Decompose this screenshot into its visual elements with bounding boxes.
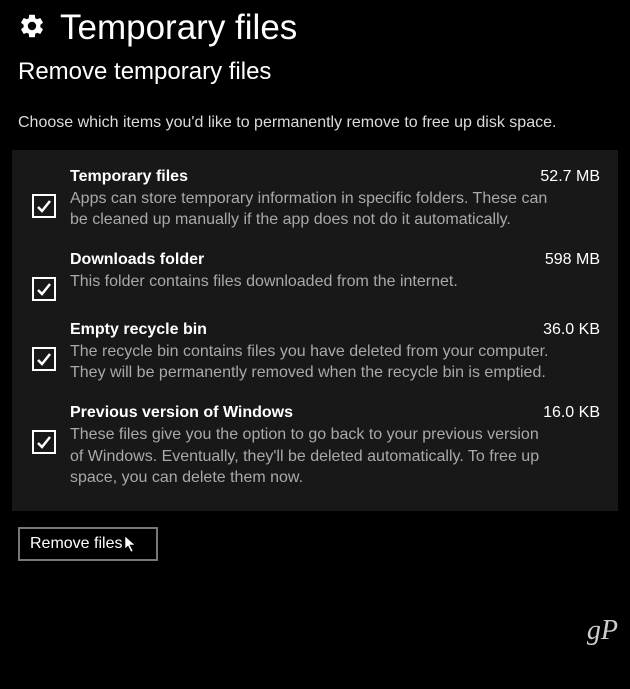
checkbox-previous-windows[interactable] [32,430,56,454]
item-title: Empty recycle bin [70,321,207,339]
page-title: Temporary files [60,8,297,48]
item-description: These files give you the option to go ba… [70,422,550,489]
list-item: Downloads folder 598 MB This folder cont… [12,243,618,313]
item-size: 598 MB [545,251,604,269]
page-header: Temporary files [0,0,630,48]
item-size: 16.0 KB [543,404,604,422]
checkbox-recycle-bin[interactable] [32,347,56,371]
watermark: gP [587,615,618,647]
remove-files-button[interactable]: Remove files [18,527,158,561]
page-subtitle: Remove temporary files [0,48,630,86]
item-title: Temporary files [70,168,188,186]
cursor-icon [124,535,138,553]
item-description: Apps can store temporary information in … [70,186,550,231]
checkbox-downloads-folder[interactable] [32,277,56,301]
gear-icon [18,12,46,45]
remove-files-label: Remove files [30,535,122,553]
item-description: The recycle bin contains files you have … [70,339,550,384]
item-size: 52.7 MB [540,168,604,186]
list-item: Empty recycle bin 36.0 KB The recycle bi… [12,313,618,396]
item-description: This folder contains files downloaded fr… [70,269,550,293]
item-size: 36.0 KB [543,321,604,339]
checkbox-temporary-files[interactable] [32,194,56,218]
list-item: Previous version of Windows 16.0 KB Thes… [12,396,618,501]
list-item: Temporary files 52.7 MB Apps can store t… [12,160,618,243]
item-title: Downloads folder [70,251,204,269]
item-title: Previous version of Windows [70,404,293,422]
page-description: Choose which items you'd like to permane… [0,86,630,134]
items-panel: Temporary files 52.7 MB Apps can store t… [12,150,618,511]
